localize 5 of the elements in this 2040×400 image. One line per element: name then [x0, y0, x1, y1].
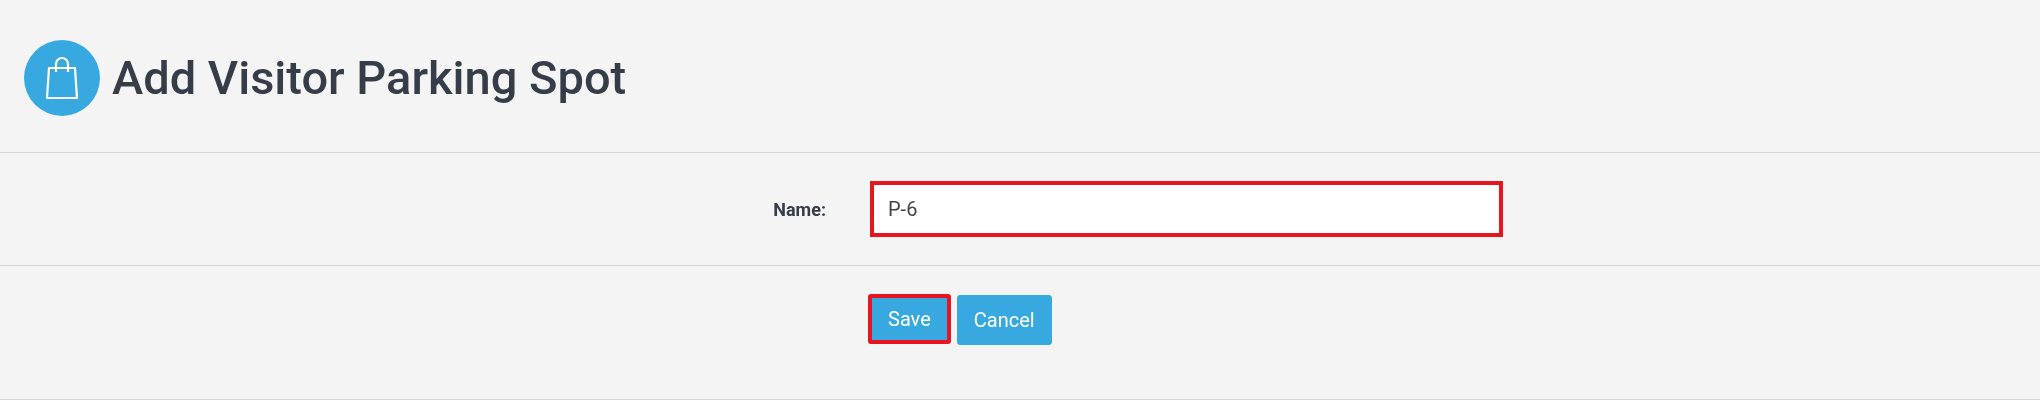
name-field[interactable]: P-6 [870, 181, 1503, 237]
page-title: Add Visitor Parking Spot [112, 48, 627, 107]
field-label: Name: [772, 197, 826, 222]
form-button[interactable]: Cancel [956, 295, 1052, 345]
form-button[interactable]: Save [868, 294, 951, 344]
